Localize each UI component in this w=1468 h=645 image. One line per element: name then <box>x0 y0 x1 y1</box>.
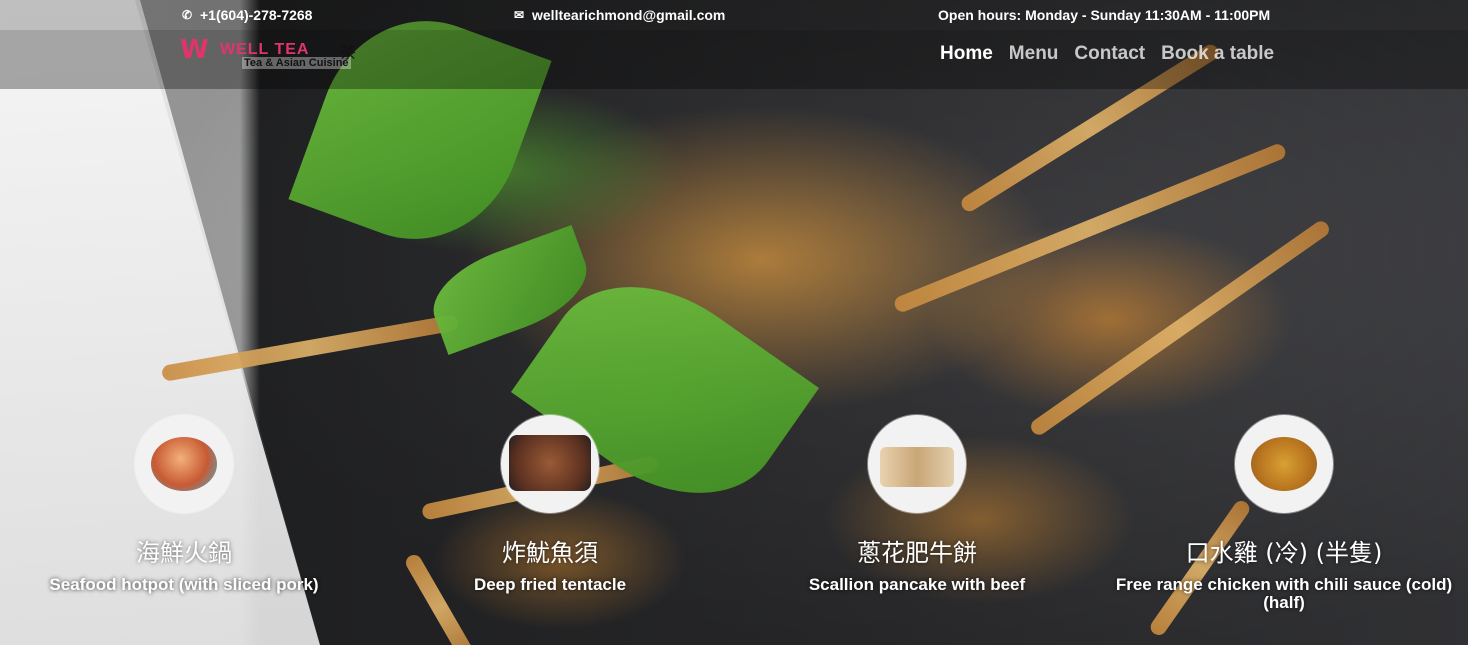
open-hours: Open hours: Monday - Sunday 11:30AM - 11… <box>938 7 1270 23</box>
phone-icon: ✆ <box>181 8 193 22</box>
nav-home[interactable]: Home <box>940 43 993 65</box>
logo-cjk: 茶 <box>340 43 357 62</box>
nav-book-a-table[interactable]: Book a table <box>1161 43 1274 65</box>
dish-name-en: Deep fried tentacle <box>473 575 627 594</box>
scallion-pancake-image[interactable] <box>868 415 966 513</box>
fried-tentacle-image[interactable] <box>501 415 599 513</box>
email-address[interactable]: welltearichmond@gmail.com <box>532 7 725 23</box>
dish-name-zh: 蔥花肥牛餅 <box>857 539 977 567</box>
dish-name-en: Free range chicken with chili sauce (col… <box>1115 575 1453 612</box>
email-icon: ✉ <box>513 8 525 22</box>
nav-contact[interactable]: Contact <box>1074 43 1145 65</box>
seafood-hotpot-image[interactable] <box>135 415 233 513</box>
dish-card-scallion-pancake[interactable]: 蔥花肥牛餅 Scallion pancake with beef <box>737 415 1097 594</box>
dish-name-zh: 炸魷魚須 <box>502 539 598 567</box>
open-hours-text: Open hours: Monday - Sunday 11:30AM - 11… <box>938 7 1271 23</box>
main-nav: Home Menu Contact Book a table <box>940 43 1274 65</box>
dish-card-seafood-hotpot[interactable]: 海鮮火鍋 Seafood hotpot (with sliced pork) <box>4 415 364 594</box>
nav-menu[interactable]: Menu <box>1009 43 1059 65</box>
top-info-bar: ✆ +1(604)-278-7268 ✉ welltearichmond@gma… <box>0 0 1468 30</box>
dish-name-en: Scallion pancake with beef <box>808 575 1026 594</box>
chili-chicken-image[interactable] <box>1235 415 1333 513</box>
dish-card-chili-chicken[interactable]: 口水雞 (冷) (半隻) Free range chicken with chi… <box>1104 415 1464 612</box>
site-logo[interactable]: W WELL TEA Tea & Asian Cuisine 茶 <box>180 33 380 73</box>
dish-name-zh: 海鮮火鍋 <box>136 539 232 567</box>
dish-card-fried-tentacle[interactable]: 炸魷魚須 Deep fried tentacle <box>370 415 730 594</box>
email-info[interactable]: ✉ welltearichmond@gmail.com <box>512 7 725 23</box>
phone-info[interactable]: ✆ +1(604)-278-7268 <box>180 7 313 23</box>
logo-mark: W <box>180 35 210 65</box>
phone-number[interactable]: +1(604)-278-7268 <box>200 7 312 23</box>
hero-background: ✆ +1(604)-278-7268 ✉ welltearichmond@gma… <box>0 0 1468 645</box>
dish-name-en: Seafood hotpot (with sliced pork) <box>49 575 319 594</box>
logo-tagline: Tea & Asian Cuisine <box>242 57 351 69</box>
dish-name-zh: 口水雞 (冷) (半隻) <box>1185 539 1383 567</box>
